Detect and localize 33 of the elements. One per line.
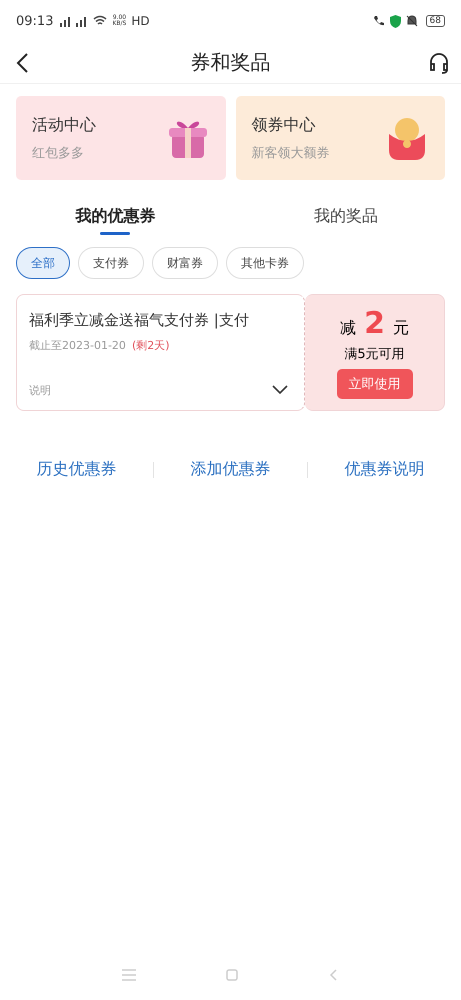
coupon-note: 说明 [29,382,51,398]
footer-link[interactable]: 优惠券说明 [308,459,461,480]
days-remaining: (剩2天) [132,338,170,353]
mute-icon [406,15,418,27]
promo-card[interactable]: 活动中心 红包多多 [16,96,226,180]
footer-link[interactable]: 添加优惠券 [154,459,307,480]
hd-indicator: HD [131,14,150,28]
battery-indicator: 68 [426,15,445,27]
coupon-title: 福利季立减金送福气支付券 |支付 [29,311,250,330]
filter-chip[interactable]: 支付券 [78,247,144,279]
usage-condition: 满5元可用 [344,346,405,363]
page-title: 券和奖品 [190,49,270,76]
promo-card[interactable]: 领券中心 新客领大额券 [236,96,445,180]
headset-icon[interactable] [427,50,451,74]
filter-chip[interactable]: 其他卡券 [226,247,304,279]
coupon-expiry: 截止至2023-01-20 [29,338,126,353]
tab[interactable]: 我的奖品 [230,206,461,235]
footer-link[interactable]: 历史优惠券 [0,459,153,480]
card-subtitle: 新客领大额券 [252,144,330,162]
card-title: 领券中心 [252,114,316,136]
filter-chip[interactable]: 全部 [16,247,70,279]
card-subtitle: 红包多多 [32,144,85,162]
wifi-icon [93,15,108,27]
tab[interactable]: 我的优惠券 [0,206,230,235]
filter-chip[interactable]: 财富券 [152,247,218,279]
discount-prefix: 减 [340,318,356,339]
phone-icon [372,15,385,27]
status-time: 09:13 [16,14,54,28]
signal-icon [58,15,88,27]
shield-icon [390,14,401,28]
discount-unit: 元 [392,318,409,339]
discount-amount: 2 [364,306,385,341]
card-title: 活动中心 [32,114,96,136]
